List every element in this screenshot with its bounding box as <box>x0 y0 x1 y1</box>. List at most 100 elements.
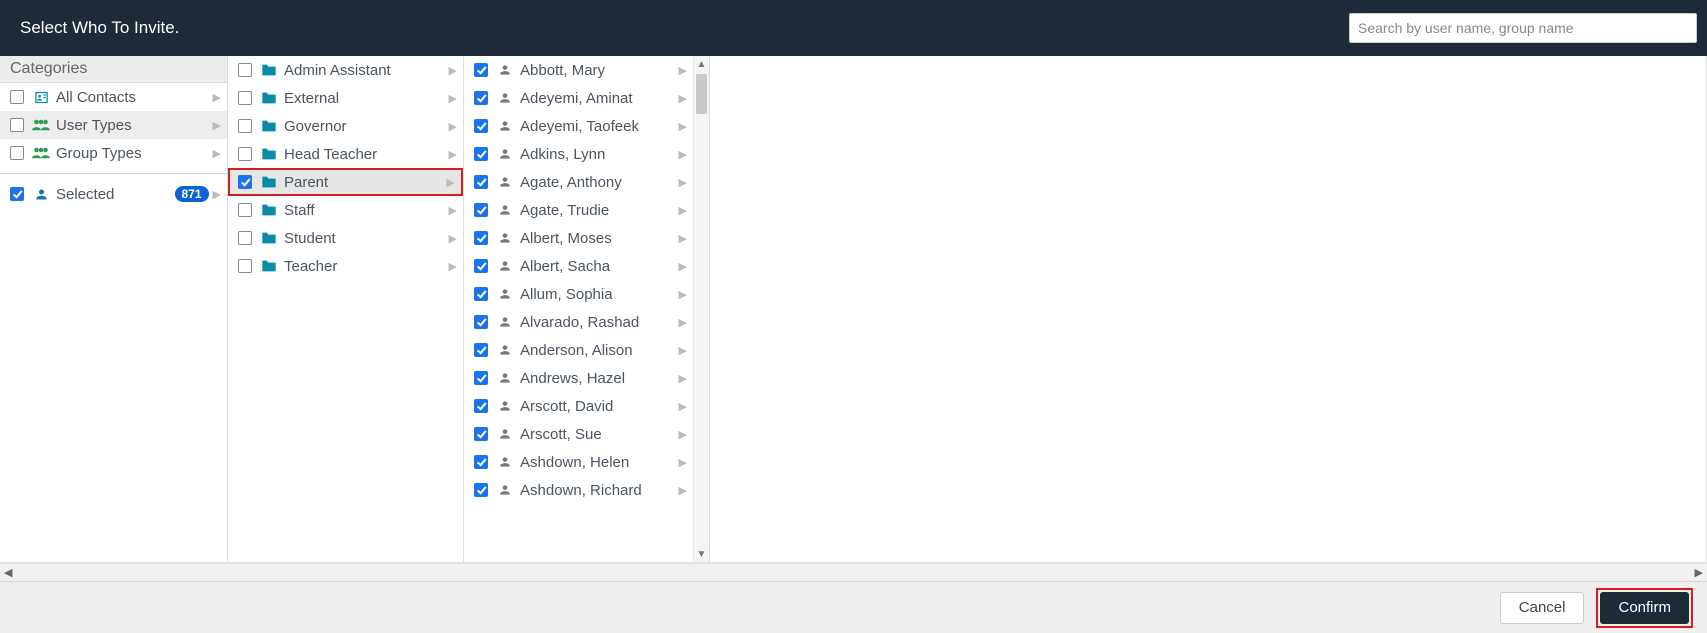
checkbox[interactable] <box>474 231 488 245</box>
contact-row[interactable]: Adeyemi, Taofeek▶ <box>464 112 693 140</box>
cancel-button[interactable]: Cancel <box>1500 592 1585 624</box>
person-icon <box>496 398 514 414</box>
checkbox[interactable] <box>474 483 488 497</box>
checkbox[interactable] <box>238 91 252 105</box>
contact-row[interactable]: Adkins, Lynn▶ <box>464 140 693 168</box>
person-icon <box>496 370 514 386</box>
checkbox[interactable] <box>474 287 488 301</box>
folder-row[interactable]: Governor▶ <box>228 112 463 140</box>
contact-row[interactable]: Arscott, David▶ <box>464 392 693 420</box>
contact-row[interactable]: Allum, Sophia▶ <box>464 280 693 308</box>
dialog-title: Select Who To Invite. <box>20 18 179 38</box>
confirm-button[interactable]: Confirm <box>1600 592 1689 624</box>
contact-label: Arscott, Sue <box>520 426 679 443</box>
contact-row[interactable]: Albert, Sacha▶ <box>464 252 693 280</box>
contact-row[interactable]: Arscott, Sue▶ <box>464 420 693 448</box>
checkbox[interactable] <box>474 91 488 105</box>
person-icon <box>496 454 514 470</box>
checkbox[interactable] <box>474 343 488 357</box>
checkbox[interactable] <box>474 203 488 217</box>
checkbox[interactable] <box>238 231 252 245</box>
folder-row[interactable]: Student▶ <box>228 224 463 252</box>
scroll-thumb[interactable] <box>696 74 707 114</box>
scroll-up-icon[interactable]: ▲ <box>694 56 709 72</box>
checkbox[interactable] <box>474 259 488 273</box>
checkbox[interactable] <box>474 175 488 189</box>
checkbox[interactable] <box>238 119 252 133</box>
checkbox[interactable] <box>10 118 24 132</box>
folder-icon <box>260 258 278 274</box>
contact-label: Adkins, Lynn <box>520 146 679 163</box>
checkbox[interactable] <box>474 315 488 329</box>
chevron-right-icon: ▶ <box>679 316 687 329</box>
contact-label: Adeyemi, Taofeek <box>520 118 679 135</box>
category-row[interactable]: All Contacts▶ <box>0 83 227 111</box>
contact-row[interactable]: Abbott, Mary▶ <box>464 56 693 84</box>
contact-row[interactable]: Albert, Moses▶ <box>464 224 693 252</box>
checkbox[interactable] <box>238 259 252 273</box>
folder-label: Head Teacher <box>284 146 449 163</box>
checkbox[interactable] <box>474 119 488 133</box>
folder-row[interactable]: External▶ <box>228 84 463 112</box>
confirm-button-highlight: Confirm <box>1596 588 1693 628</box>
person-icon <box>496 482 514 498</box>
contact-label: Anderson, Alison <box>520 342 679 359</box>
checkbox[interactable] <box>474 399 488 413</box>
detail-panel <box>710 56 1707 562</box>
scroll-down-icon[interactable]: ▼ <box>694 546 709 562</box>
person-icon <box>496 286 514 302</box>
contact-label: Allum, Sophia <box>520 286 679 303</box>
person-icon <box>496 62 514 78</box>
category-row[interactable]: User Types▶ <box>0 111 227 139</box>
checkbox[interactable] <box>474 63 488 77</box>
folder-row[interactable]: Teacher▶ <box>228 252 463 280</box>
categories-panel: Categories All Contacts▶User Types▶Group… <box>0 56 228 562</box>
selected-row[interactable]: Selected 871 ▶ <box>0 180 227 208</box>
scrollbar[interactable]: ▲ ▼ <box>693 56 709 562</box>
category-label: Group Types <box>56 145 213 162</box>
checkbox[interactable] <box>474 147 488 161</box>
contact-row[interactable]: Adeyemi, Aminat▶ <box>464 84 693 112</box>
horizontal-scrollbar[interactable]: ◀ ▶ <box>0 563 1707 581</box>
contact-row[interactable]: Agate, Trudie▶ <box>464 196 693 224</box>
categories-header: Categories <box>0 56 227 83</box>
chevron-right-icon: ▶ <box>679 92 687 105</box>
contact-row[interactable]: Andrews, Hazel▶ <box>464 364 693 392</box>
contact-label: Agate, Trudie <box>520 202 679 219</box>
folder-row[interactable]: Parent▶ <box>228 168 463 196</box>
chevron-right-icon: ▶ <box>679 204 687 217</box>
category-row[interactable]: Group Types▶ <box>0 139 227 167</box>
folder-row[interactable]: Staff▶ <box>228 196 463 224</box>
dialog-body: Categories All Contacts▶User Types▶Group… <box>0 56 1707 563</box>
checkbox[interactable] <box>474 455 488 469</box>
folder-icon <box>260 146 278 162</box>
selected-label: Selected <box>56 186 175 203</box>
chevron-right-icon: ▶ <box>449 92 457 105</box>
folder-row[interactable]: Head Teacher▶ <box>228 140 463 168</box>
checkbox[interactable] <box>10 187 24 201</box>
checkbox[interactable] <box>238 147 252 161</box>
contact-row[interactable]: Agate, Anthony▶ <box>464 168 693 196</box>
checkbox[interactable] <box>10 90 24 104</box>
chevron-right-icon: ▶ <box>449 64 457 77</box>
folder-row[interactable]: Admin Assistant▶ <box>228 56 463 84</box>
checkbox[interactable] <box>238 63 252 77</box>
folder-icon <box>260 174 278 190</box>
chevron-right-icon: ▶ <box>449 148 457 161</box>
chevron-right-icon: ▶ <box>213 188 221 201</box>
users-icon <box>32 145 50 161</box>
checkbox[interactable] <box>474 371 488 385</box>
scroll-left-icon[interactable]: ◀ <box>4 566 12 579</box>
checkbox[interactable] <box>238 175 252 189</box>
contact-row[interactable]: Ashdown, Helen▶ <box>464 448 693 476</box>
contact-row[interactable]: Anderson, Alison▶ <box>464 336 693 364</box>
checkbox[interactable] <box>238 203 252 217</box>
checkbox[interactable] <box>474 427 488 441</box>
contact-row[interactable]: Alvarado, Rashad▶ <box>464 308 693 336</box>
search-input[interactable] <box>1349 13 1697 43</box>
checkbox[interactable] <box>10 146 24 160</box>
scroll-right-icon[interactable]: ▶ <box>1695 566 1703 579</box>
contact-label: Agate, Anthony <box>520 174 679 191</box>
person-icon <box>496 426 514 442</box>
contact-row[interactable]: Ashdown, Richard▶ <box>464 476 693 504</box>
